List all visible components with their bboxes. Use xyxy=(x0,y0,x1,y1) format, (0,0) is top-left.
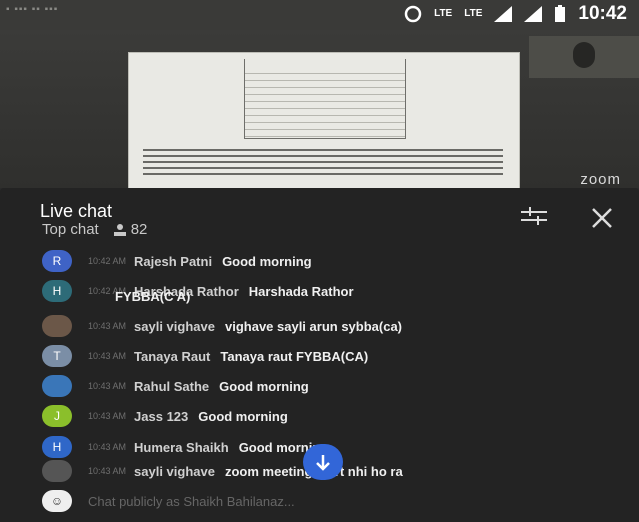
chat-subheader: Top chat 82 xyxy=(42,221,147,238)
message-author[interactable]: Tanaya Raut xyxy=(134,349,210,364)
viewer-count-value: 82 xyxy=(130,221,148,238)
message-time: 10:42 AM xyxy=(88,256,127,266)
arrow-down-icon xyxy=(316,455,330,471)
list-item[interactable]: R 10:42 AM Rajesh Patni Good morning xyxy=(42,247,312,275)
message-time: 10:43 AM xyxy=(88,321,127,331)
message-text: Good morning xyxy=(219,378,309,394)
status-time: 10:42 xyxy=(578,3,627,24)
list-item[interactable]: 10:43 AM Rahul Sathe Good morning xyxy=(42,372,309,400)
list-item[interactable]: T 10:43 AM Tanaya Raut Tanaya raut FYBBA(CA… xyxy=(42,342,368,370)
lte-icon: LTE xyxy=(434,8,453,19)
document-text-image xyxy=(143,145,503,179)
document-table-image xyxy=(244,59,406,139)
list-item[interactable]: H 10:42 AM Harshada Rathor Harshada Rathor xyxy=(42,277,354,305)
message-author[interactable]: Jass 123 xyxy=(134,409,188,424)
message-time: 10:43 AM xyxy=(88,466,127,476)
chat-title: Live chat xyxy=(40,201,113,221)
message-time: 10:43 AM xyxy=(88,411,127,421)
person-icon xyxy=(113,223,126,236)
message-text: Harshada Rathor xyxy=(248,283,354,299)
list-item[interactable]: J 10:43 AM Jass 123 Good morning xyxy=(42,402,288,430)
signal-icon xyxy=(494,6,513,22)
message-author[interactable]: Humera Shaikh xyxy=(134,440,229,455)
avatar xyxy=(42,375,72,397)
alarm-icon xyxy=(404,5,422,23)
shared-screen-document xyxy=(128,52,520,189)
message-text: Good morning xyxy=(198,408,288,424)
viewer-count: 82 xyxy=(113,221,148,238)
message-time: 10:43 AM xyxy=(88,351,127,361)
message-text: vighave sayli arun sybba(ca) xyxy=(224,318,403,334)
chat-mode-dropdown[interactable]: Top chat xyxy=(42,221,99,238)
video-player[interactable]: zoom xyxy=(0,30,639,189)
message-author[interactable]: Rajesh Patni xyxy=(134,254,212,269)
filter-icon[interactable] xyxy=(521,206,547,231)
participant-video-thumbnail xyxy=(529,36,639,78)
zoom-watermark: zoom xyxy=(580,171,621,188)
scroll-down-button[interactable] xyxy=(303,444,343,480)
avatar: T xyxy=(42,345,72,367)
live-chat-panel: Live chat Top chat 82 R 10:42 AM Rajesh Pa… xyxy=(0,188,639,522)
status-notifications: ▪ ▪▪▪ ▪▪ ▪▪▪ xyxy=(6,4,59,15)
list-item[interactable]: 10:43 AMsayli vighavezoom meeting start … xyxy=(42,457,403,485)
avatar: ☺ xyxy=(42,490,72,512)
message-author[interactable]: Rahul Sathe xyxy=(134,379,209,394)
lte-icon-2: LTE xyxy=(464,8,483,19)
message-time: 10:43 AM xyxy=(88,381,127,391)
avatar: H xyxy=(42,280,72,302)
message-time: 10:43 AM xyxy=(88,442,127,452)
message-text: Good morning xyxy=(222,253,312,269)
chat-input[interactable]: Chat publicly as Shaikh Bahilanaz... xyxy=(88,494,295,509)
chat-input-row[interactable]: ☺ Chat publicly as Shaikh Bahilanaz... xyxy=(42,490,295,512)
signal-icon-2 xyxy=(524,6,543,22)
avatar: H xyxy=(42,436,72,458)
battery-icon xyxy=(555,5,566,22)
close-icon[interactable] xyxy=(591,207,613,234)
avatar: J xyxy=(42,405,72,427)
list-item[interactable]: 10:43 AM sayli vighave vighave sayli arun … xyxy=(42,312,402,340)
status-icons: LTE LTE 10:42 xyxy=(404,3,627,25)
avatar: R xyxy=(42,250,72,272)
message-author[interactable]: sayli vighave xyxy=(134,319,215,334)
message-continuation: FYBBA(C A) xyxy=(115,289,191,304)
message-author[interactable]: sayli vighave xyxy=(134,464,215,479)
message-text: Tanaya raut FYBBA(CA) xyxy=(220,348,369,364)
status-bar: ▪ ▪▪▪ ▪▪ ▪▪▪ LTE LTE 10:42 xyxy=(0,0,639,30)
avatar xyxy=(42,315,72,337)
avatar xyxy=(42,460,72,482)
